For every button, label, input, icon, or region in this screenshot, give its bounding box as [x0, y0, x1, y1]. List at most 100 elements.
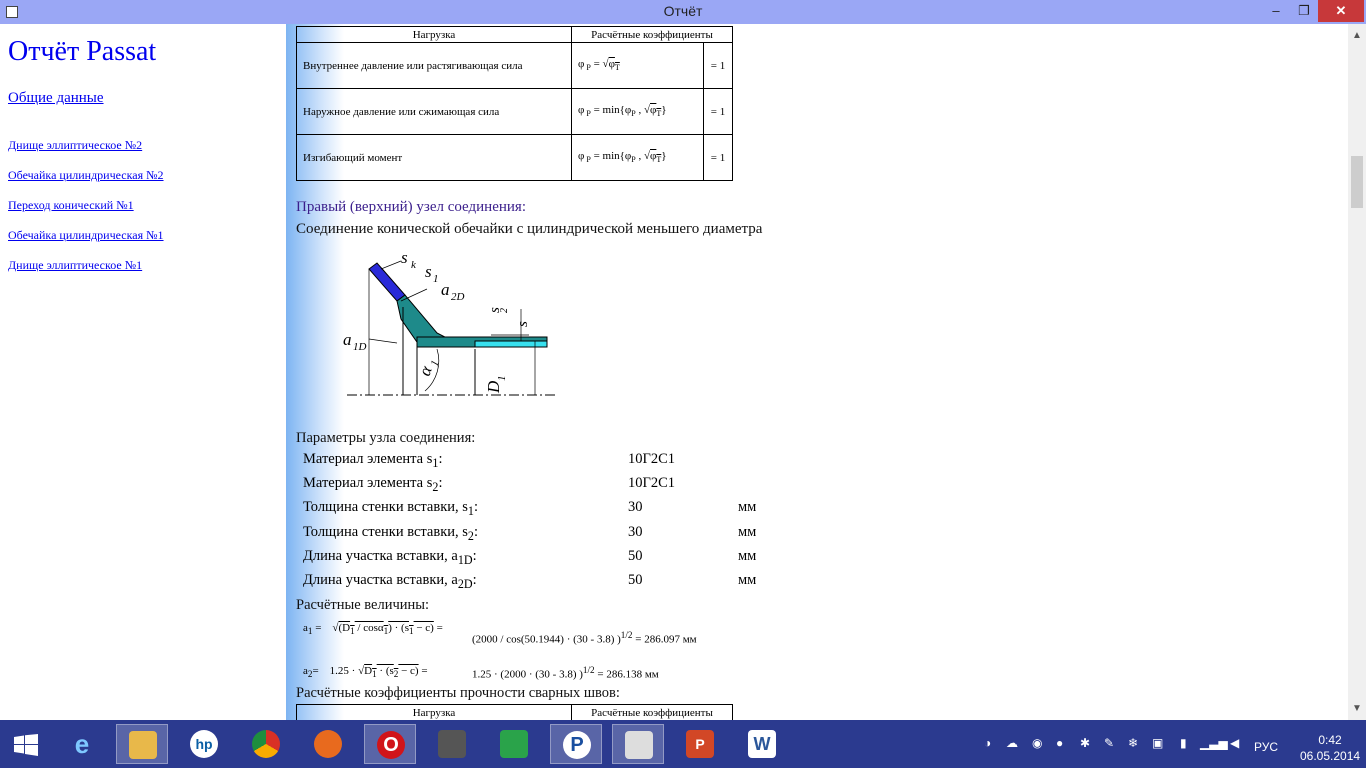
param-row: Материал элемента s2: 10Г2С1 — [303, 475, 676, 494]
label-d: D — [484, 380, 503, 394]
ie-icon: e — [74, 729, 90, 759]
table-cell-load: Изгибающий момент — [296, 134, 572, 181]
minimize-button[interactable]: – — [1262, 0, 1290, 22]
powerpoint-taskbar-button[interactable]: P — [674, 724, 726, 764]
close-button[interactable]: ✕ — [1318, 0, 1364, 22]
param-row: Материал элемента s1: 10Г2С1 — [303, 451, 676, 470]
label-2d: 2D — [451, 291, 465, 303]
label-s: s — [401, 249, 408, 267]
remote-taskbar-button[interactable] — [426, 724, 478, 764]
label-a: a — [343, 330, 352, 349]
table-cell-value: = 1 — [703, 88, 733, 135]
update-icon[interactable]: ✎ — [1104, 736, 1114, 750]
scroll-thumb[interactable] — [1351, 156, 1363, 208]
param-row: Длина участка вставки, a2D: 50 мм — [303, 572, 757, 591]
section-description: Соединение конической обечайки с цилиндр… — [296, 221, 763, 237]
section-heading: Правый (верхний) узел соединения: — [296, 199, 526, 215]
window-title: Отчёт — [663, 3, 703, 19]
clock-date: 06.05.2014 — [1300, 749, 1361, 763]
status-icon[interactable]: ◉ — [1032, 736, 1042, 750]
clock-time: 0:42 — [1318, 733, 1342, 747]
welds-title: Расчётные коэффициенты прочности сварных… — [296, 685, 620, 701]
hp-icon: hp — [190, 730, 218, 758]
table-header-load: Нагрузка — [296, 704, 572, 720]
table-header-coeff: Расчётные коэффициенты — [571, 704, 733, 720]
label-2: 2 — [499, 308, 510, 313]
app-tray-icon[interactable]: ▣ — [1152, 736, 1163, 750]
signal-icon[interactable]: ▁▃▅ — [1200, 736, 1228, 750]
formula-a1: a1 = √(D1 / cosα1) · (s1 − c) = — [303, 622, 443, 637]
word-taskbar-button[interactable]: W — [736, 724, 788, 764]
sidebar: Отчёт Passat Общие данные Днище эллиптич… — [0, 24, 286, 720]
store-icon — [500, 730, 528, 758]
tray-icon[interactable]: ◑ — [984, 736, 991, 750]
snowflake-icon[interactable]: ❄ — [1128, 736, 1138, 750]
passat-icon: P — [563, 731, 591, 759]
cloud-icon[interactable]: ☁ — [1006, 736, 1018, 750]
label-1: 1 — [433, 273, 439, 285]
store-taskbar-button[interactable] — [488, 724, 540, 764]
passat-taskbar-button[interactable]: P — [550, 724, 602, 764]
folder-icon — [129, 731, 157, 759]
param-row: Толщина стенки вставки, s1: 30 мм — [303, 499, 757, 518]
label-s: s — [425, 262, 432, 281]
table-row: Изгибающий момент φ P = min{φP , √φT} = … — [296, 134, 733, 181]
table-header-coeff: Расчётные коэффициенты — [571, 26, 733, 43]
opera-taskbar-button[interactable]: O — [364, 724, 416, 764]
powerpoint-icon: P — [686, 730, 714, 758]
passat-report-taskbar-button[interactable] — [612, 724, 664, 764]
formula-a2: a2= 1.25 · √D1 · (s2 − c) = — [303, 665, 428, 680]
ie-taskbar-button[interactable]: e — [56, 724, 108, 764]
start-button[interactable] — [0, 724, 52, 764]
table-cell-value: = 1 — [703, 42, 733, 89]
label-a: a — [441, 280, 450, 299]
report-content: Нагрузка Расчётные коэффициенты Внутренн… — [286, 24, 1348, 720]
param-row: Длина участка вставки, a1D: 50 мм — [303, 548, 757, 567]
opera-icon: O — [377, 731, 405, 759]
label-1d: 1D — [353, 341, 367, 353]
sidebar-item-cylinder-2[interactable]: Обечайка цилиндрическая №2 — [8, 168, 164, 183]
table-row: Наружное давление или сжимающая сила φ P… — [296, 88, 733, 135]
general-data-link[interactable]: Общие данные — [8, 90, 104, 107]
label-alpha-1: 1 — [429, 359, 442, 368]
firefox-taskbar-button[interactable] — [302, 724, 354, 764]
params-title: Параметры узла соединения: — [296, 430, 476, 446]
table-cell-load: Наружное давление или сжимающая сила — [296, 88, 572, 135]
sidebar-item-cone-1[interactable]: Переход конический №1 — [8, 198, 134, 213]
battery-icon[interactable]: ▮ — [1180, 736, 1187, 750]
table-header-load: Нагрузка — [296, 26, 572, 43]
clock[interactable]: 0:42 06.05.2014 — [1300, 732, 1360, 764]
report-title: Отчёт Passat — [8, 36, 157, 67]
scroll-up-icon[interactable]: ▲ — [1352, 30, 1362, 41]
chrome-taskbar-button[interactable] — [240, 724, 292, 764]
vertical-scrollbar[interactable]: ▲ ▼ — [1348, 24, 1366, 720]
formula-a1-result: (2000 / cos(50.1944) · (30 - 3.8) )1/2 =… — [472, 630, 697, 646]
language-indicator[interactable]: РУС — [1254, 740, 1278, 754]
sidebar-item-ellipse-1[interactable]: Днище эллиптическое №1 — [8, 258, 142, 273]
vessel-icon — [625, 731, 653, 759]
formula-cell: φ P = √φT — [571, 42, 704, 89]
label-d-1: 1 — [496, 376, 508, 382]
volume-icon[interactable]: ◀ — [1230, 736, 1239, 750]
taskbar: e hp O P P W ◑ ☁ ◉ ● ✱ ✎ ❄ ▣ ▮ ▁▃▅ ◀ РУС… — [0, 720, 1366, 768]
param-row: Толщина стенки вставки, s2: 30 мм — [303, 524, 757, 543]
coefficients-table: Нагрузка Расчётные коэффициенты Внутренн… — [296, 26, 733, 181]
label-s: s — [515, 321, 531, 327]
scroll-down-icon[interactable]: ▼ — [1352, 703, 1362, 714]
formula-cell: φ P = min{φP , √φT} — [571, 134, 704, 181]
bluetooth-icon[interactable]: ✱ — [1080, 736, 1090, 750]
firefox-icon — [314, 730, 342, 758]
explorer-taskbar-button[interactable] — [116, 724, 168, 764]
formula-a2-result: 1.25 · (2000 · (30 - 3.8) )1/2 = 286.138… — [472, 665, 659, 681]
antivirus-icon[interactable]: ● — [1056, 736, 1063, 750]
joint-diagram: s k s 1 a 2D s 2 s a 1D α 1 D 1 — [343, 249, 557, 396]
title-bar: Отчёт – ❐ ✕ — [0, 0, 1366, 24]
calc-title: Расчётные величины: — [296, 597, 430, 613]
table-row: Внутреннее давление или растягивающая си… — [296, 42, 733, 89]
sidebar-item-ellipse-2[interactable]: Днище эллиптическое №2 — [8, 138, 142, 153]
label-k: k — [411, 259, 417, 271]
hp-taskbar-button[interactable]: hp — [178, 724, 230, 764]
maximize-button[interactable]: ❐ — [1290, 0, 1318, 22]
welds-table: Нагрузка Расчётные коэффициенты — [296, 704, 733, 720]
sidebar-item-cylinder-1[interactable]: Обечайка цилиндрическая №1 — [8, 228, 164, 243]
